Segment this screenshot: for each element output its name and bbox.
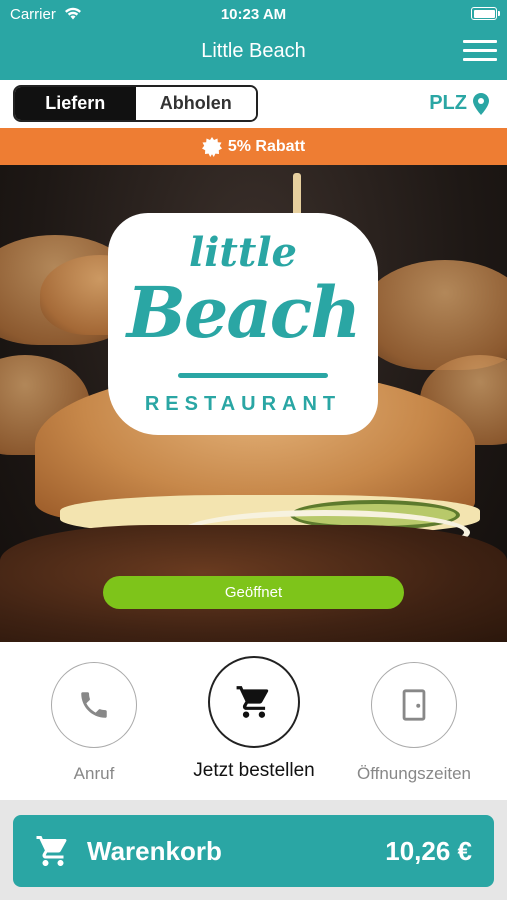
cart-total: 10,26 € — [385, 835, 472, 866]
badge-star-icon — [201, 136, 222, 157]
logo-text-beach: Beach — [126, 271, 362, 354]
call-label: Anruf — [73, 764, 115, 783]
logo-text-restaurant: RESTAURANT — [144, 393, 342, 415]
cart-button[interactable]: Warenkorb 10,26 € — [13, 815, 494, 887]
hero-image: little Beach RESTAURANT Geöffnet — [0, 165, 507, 642]
plz-label: PLZ — [429, 92, 467, 114]
open-status-badge: Geöffnet — [103, 576, 404, 609]
cart-icon — [236, 686, 269, 718]
phone-icon — [81, 692, 107, 718]
cart-label: Warenkorb — [87, 835, 222, 866]
order-mode-toggle: Liefern Abholen — [13, 85, 258, 122]
quick-actions: Anruf Jetzt bestellen Öffnungszeiten — [0, 642, 507, 800]
location-pin-icon — [473, 92, 489, 115]
logo-text-little: little — [189, 229, 297, 276]
restaurant-logo: little Beach RESTAURANT — [108, 213, 378, 435]
status-bar: Carrier 10:23 AM — [0, 0, 507, 28]
app-header: Carrier 10:23 AM Little Beach — [0, 0, 507, 80]
pickup-option[interactable]: Abholen — [135, 87, 256, 120]
background-burger — [360, 260, 507, 370]
cart-icon — [36, 836, 67, 866]
call-button[interactable]: Anruf — [14, 662, 174, 784]
opening-hours-button[interactable]: Öffnungszeiten — [334, 662, 494, 784]
postal-code-button[interactable]: PLZ — [429, 92, 489, 115]
clock: 10:23 AM — [220, 6, 287, 23]
order-mode-bar: Liefern Abholen PLZ — [0, 80, 507, 128]
order-now-label: Jetzt bestellen — [193, 760, 315, 781]
promo-banner: 5% Rabatt — [0, 128, 507, 165]
opening-hours-label: Öffnungszeiten — [356, 764, 472, 783]
door-icon — [402, 689, 426, 721]
battery-icon — [471, 7, 500, 20]
promo-text: 5% Rabatt — [227, 137, 306, 155]
delivery-option[interactable]: Liefern — [15, 87, 136, 120]
page-title: Little Beach — [201, 40, 306, 62]
hamburger-menu-button[interactable] — [463, 40, 497, 64]
hamburger-icon — [463, 40, 497, 43]
logo-divider — [178, 373, 328, 378]
order-now-button[interactable]: Jetzt bestellen — [174, 656, 334, 782]
cart-area: Warenkorb 10,26 € — [0, 800, 507, 900]
